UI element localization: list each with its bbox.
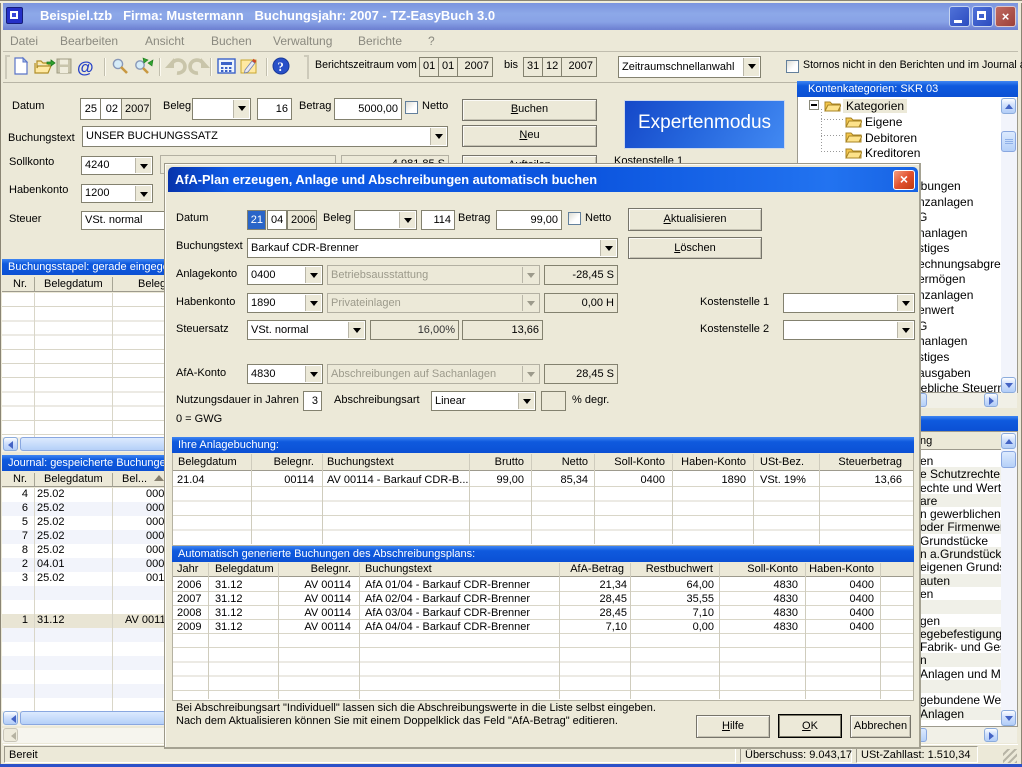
svg-text:@: @	[77, 58, 94, 77]
svg-text:?: ?	[278, 60, 284, 74]
